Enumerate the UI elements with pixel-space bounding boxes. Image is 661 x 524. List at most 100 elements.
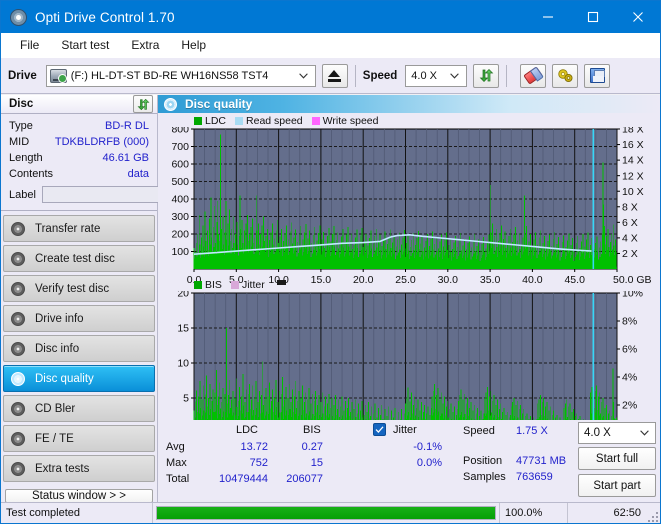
menu-item-file[interactable]: File (10, 35, 49, 55)
start-part-button[interactable]: Start part (578, 474, 656, 498)
sidebar-item-disc-info[interactable]: Disc info (3, 335, 155, 362)
stats-row-total-ldc: 10479444 (219, 473, 268, 486)
sidebar-item-transfer-rate[interactable]: Transfer rate (3, 215, 155, 242)
svg-text:50.0 GB: 50.0 GB (613, 274, 652, 286)
drive-label: Drive (8, 69, 37, 82)
status-bar: Test completed 100.0% 62:50 (1, 502, 660, 523)
legend-item-read-speed: Read speed (235, 115, 303, 127)
progress-bar (156, 506, 496, 520)
disc-label-key: Label (9, 188, 36, 201)
refresh-icon (137, 98, 149, 110)
optical-drive-icon (49, 68, 67, 83)
settings-button[interactable] (552, 63, 579, 88)
speed-select-value: 4.0 X (411, 69, 437, 82)
svg-text:200: 200 (171, 229, 189, 241)
disc-field-mid-key: MID (9, 136, 30, 148)
save-button[interactable] (584, 63, 611, 88)
svg-text:25.0: 25.0 (395, 274, 416, 286)
samples-stat-key: Samples (463, 471, 506, 484)
legend-label-bis: BIS (205, 279, 222, 292)
legend-swatch-read-speed (235, 117, 244, 126)
position-stat-value: 47731 MB (516, 455, 567, 468)
svg-text:20: 20 (177, 291, 189, 300)
disc-icon (11, 281, 25, 296)
status-message: Test completed (1, 502, 153, 523)
test-speed-select-value: 4.0 X (584, 427, 611, 440)
chevron-down-icon (445, 71, 464, 81)
disc-icon (11, 371, 25, 386)
svg-text:6 X: 6 X (622, 217, 638, 229)
menu-item-extra[interactable]: Extra (121, 35, 169, 55)
svg-text:15.0: 15.0 (311, 274, 332, 286)
svg-text:30.0: 30.0 (438, 274, 459, 286)
charts-region: LDC Read speed Write speed 100 200 300 400 5… (158, 113, 660, 450)
legend-item-jitter: Jitter (230, 279, 265, 291)
floppy-save-icon (589, 68, 605, 83)
svg-text:45.0: 45.0 (564, 274, 585, 286)
svg-text:300: 300 (171, 211, 189, 223)
drive-select[interactable]: (F:) HL-DT-ST BD-RE WH16NS58 TST4 (45, 64, 316, 87)
jitter-label: Jitter (393, 424, 417, 437)
disc-field-contents: Contents data (9, 167, 149, 181)
disc-panel-title: Disc (9, 98, 34, 110)
drive-select-value: (F:) HL-DT-ST BD-RE WH16NS58 TST4 (70, 69, 269, 82)
stats-row-total-bis: 206077 (286, 473, 323, 486)
window-title: Opti Drive Control 1.70 (35, 9, 175, 25)
sidebar-item-verify-test-disc[interactable]: Verify test disc (3, 275, 155, 302)
minimize-icon[interactable] (525, 1, 570, 33)
close-icon[interactable] (615, 1, 660, 33)
sidebar-item-fe-te[interactable]: FE / TE (3, 425, 155, 452)
test-speed-select[interactable]: 4.0 X (578, 422, 656, 445)
eject-icon (328, 69, 341, 77)
sidebar-item-drive-info[interactable]: Drive info (3, 305, 155, 332)
disc-panel-header: Disc (1, 95, 157, 114)
ldc-chart-legend: LDC Read speed Write speed (194, 115, 384, 127)
menu-item-start-test[interactable]: Start test (51, 35, 119, 55)
svg-text:2 X: 2 X (622, 248, 638, 260)
progress-percent: 100.0% (500, 502, 568, 523)
svg-text:4%: 4% (622, 372, 637, 384)
app-icon (10, 8, 27, 26)
jitter-marker-icon (276, 279, 286, 285)
resize-grip[interactable] (646, 503, 660, 524)
disc-icon (11, 431, 25, 446)
legend-swatch-jitter (230, 281, 239, 290)
speed-select[interactable]: 4.0 X (405, 64, 468, 87)
stats-row-avg-bis: 0.27 (301, 441, 323, 454)
svg-text:14 X: 14 X (622, 155, 644, 167)
eject-button[interactable] (321, 63, 348, 88)
disc-field-mid: MID TDKBLDRFB (000) (9, 135, 149, 149)
menu-item-help[interactable]: Help (171, 35, 216, 55)
stats-row-max-key: Max (166, 457, 187, 470)
svg-text:16 X: 16 X (622, 139, 644, 151)
legend-swatch-write-speed (311, 117, 320, 126)
disc-icon (11, 341, 25, 356)
content-panel: Disc quality LDC Read speed Write speed … (158, 95, 660, 502)
disc-quality-icon (164, 97, 177, 111)
erase-button[interactable] (520, 63, 547, 88)
sidebar-item-disc-quality[interactable]: Disc quality (3, 365, 155, 392)
sidebar-item-extra-tests[interactable]: Extra tests (3, 455, 155, 482)
bis-chart-legend: BIS Jitter (194, 279, 286, 291)
legend-label-ldc: LDC (205, 115, 227, 128)
sidebar-item-label: Disc info (35, 342, 80, 355)
disc-refresh-button[interactable] (133, 95, 153, 113)
disc-field-type-value: BD-R DL (104, 120, 149, 132)
svg-text:5: 5 (183, 393, 189, 405)
stats-row-total-key: Total (166, 473, 190, 486)
sidebar-item-create-test-disc[interactable]: Create test disc (3, 245, 155, 272)
sidebar-item-cd-bler[interactable]: CD Bler (3, 395, 155, 422)
speed-stat-key: Speed (463, 425, 495, 438)
legend-label-read-speed: Read speed (246, 115, 303, 128)
maximize-icon[interactable] (570, 1, 615, 33)
status-window-button[interactable]: Status window > > (5, 489, 153, 503)
legend-swatch-ldc (194, 117, 202, 126)
chevron-down-icon (634, 428, 655, 438)
start-full-button[interactable]: Start full (578, 447, 656, 471)
sidebar-item-label: Create test disc (35, 252, 115, 265)
svg-text:15: 15 (177, 323, 189, 335)
refresh-button[interactable] (473, 63, 500, 88)
stats-row-avg-ldc: 13.72 (240, 441, 268, 454)
progress-cell (153, 502, 500, 523)
jitter-checkbox[interactable] (373, 423, 386, 437)
